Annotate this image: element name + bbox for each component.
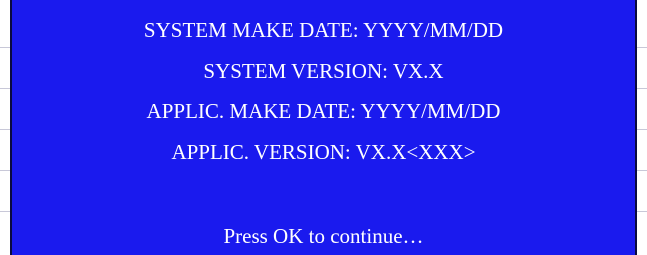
continue-prompt: Press OK to continue… — [223, 224, 424, 248]
application-make-date-label: APPLIC. MAKE DATE: YYYY/MM/DD — [146, 99, 501, 123]
margin-tick — [637, 211, 647, 212]
system-make-date-label: SYSTEM MAKE DATE: YYYY/MM/DD — [143, 18, 504, 42]
margin-tick — [637, 170, 647, 171]
margin-tick — [637, 129, 647, 130]
system-info-screen: SYSTEM MAKE DATE: YYYY/MM/DD SYSTEM VERS… — [10, 0, 637, 255]
margin-tick — [0, 47, 10, 48]
margin-tick — [0, 129, 10, 130]
system-version-label: SYSTEM VERSION: VX.X — [203, 59, 444, 83]
margin-tick — [0, 88, 10, 89]
margin-tick — [637, 47, 647, 48]
application-version-label: APPLIC. VERSION: VX.X<XXX> — [171, 140, 476, 164]
margin-tick — [0, 170, 10, 171]
margin-tick — [637, 88, 647, 89]
margin-tick — [0, 211, 10, 212]
